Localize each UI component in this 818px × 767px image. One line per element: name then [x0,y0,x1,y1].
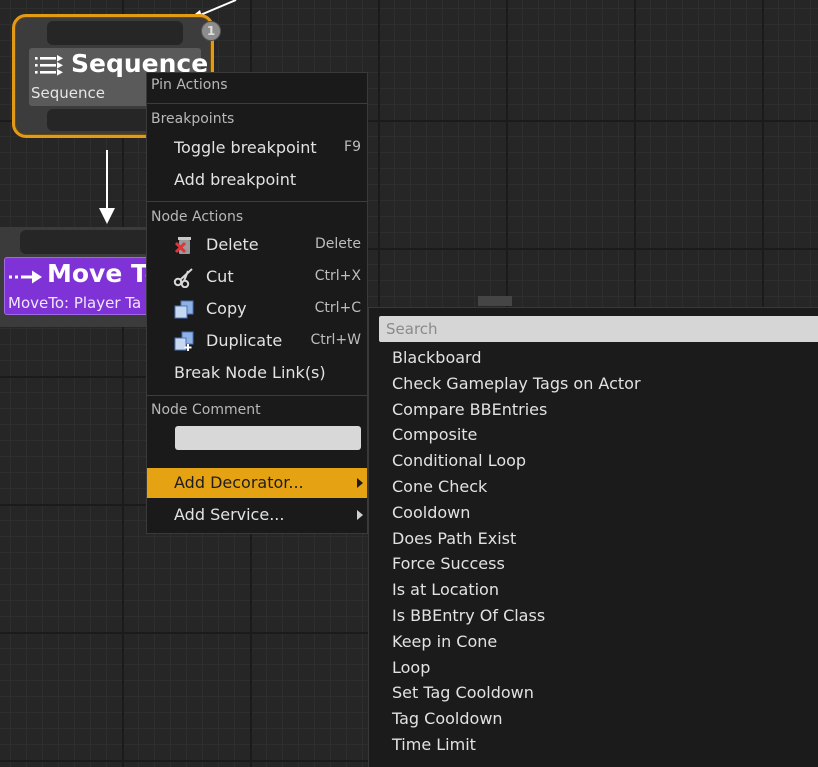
break-node-links-label: Break Node Link(s) [174,363,326,382]
add-breakpoint-label: Add breakpoint [174,170,297,189]
decorator-item[interactable]: Is BBEntry Of Class [392,606,545,625]
decorator-item[interactable]: Force Success [392,554,505,573]
decorator-item[interactable]: Blackboard [392,348,482,367]
node-context-menu: Pin Actions Breakpoints Toggle breakpoin… [146,72,368,534]
menu-separator [147,395,367,396]
duplicate-icon [174,331,194,351]
decorator-search-input[interactable] [379,316,818,342]
duplicate-label: Duplicate [206,331,283,350]
cut-label: Cut [206,267,234,286]
toggle-breakpoint-shortcut: F9 [344,139,361,155]
decorator-item[interactable]: Composite [392,425,477,444]
sequence-input-pin[interactable] [47,21,183,45]
sequence-to-moveto-arrowhead [99,208,115,224]
toggle-breakpoint-label: Toggle breakpoint [174,138,317,157]
decorator-item[interactable]: Loop [392,658,430,677]
menu-separator [147,103,367,104]
decorator-item[interactable]: Keep in Cone [392,632,497,651]
scissors-icon [173,268,193,288]
cut-shortcut: Ctrl+X [314,268,361,284]
move-to-node-title: Move To [47,259,162,288]
delete-label: Delete [206,235,259,254]
node-actions-heading: Node Actions [151,209,244,225]
submenu-arrow-icon [357,510,363,520]
decorator-submenu: Blackboard Check Gameplay Tags on Actor … [368,307,818,767]
decorator-item[interactable]: Cooldown [392,503,470,522]
add-decorator-label: Add Decorator... [174,473,304,492]
copy-icon [174,300,194,319]
delete-item[interactable]: Delete Delete [147,230,367,260]
sequence-icon [35,55,63,76]
move-to-input-pin[interactable] [20,230,160,254]
decorator-item[interactable]: Conditional Loop [392,451,526,470]
add-service-label: Add Service... [174,505,285,524]
decorator-item[interactable]: Check Gameplay Tags on Actor [392,374,641,393]
partially-hidden-node [478,296,512,306]
copy-label: Copy [206,299,247,318]
break-node-links-item[interactable]: Break Node Link(s) [147,358,367,388]
pin-actions-heading: Pin Actions [151,77,228,93]
cut-item[interactable]: Cut Ctrl+X [147,262,367,292]
decorator-item[interactable]: Cone Check [392,477,487,496]
add-service-item[interactable]: Add Service... [147,500,367,530]
submenu-arrow-icon [357,478,363,488]
node-comment-heading: Node Comment [151,402,261,418]
decorator-item[interactable]: Set Tag Cooldown [392,683,534,702]
node-comment-input[interactable] [175,426,361,450]
add-decorator-item[interactable]: Add Decorator... [147,468,367,498]
copy-item[interactable]: Copy Ctrl+C [147,294,367,324]
execution-index-badge: 1 [201,21,221,41]
move-to-node-subtitle: MoveTo: Player Ta [8,294,142,312]
move-to-icon [9,270,42,284]
toggle-breakpoint-item[interactable]: Toggle breakpoint F9 [147,133,367,163]
sequence-node-subtitle: Sequence [31,84,105,102]
delete-icon [174,237,191,254]
decorator-item[interactable]: Time Limit [392,735,476,754]
add-breakpoint-item[interactable]: Add breakpoint [147,165,367,195]
delete-shortcut: Delete [315,236,361,252]
menu-separator [147,201,367,202]
duplicate-shortcut: Ctrl+W [310,332,361,348]
decorator-item[interactable]: Is at Location [392,580,499,599]
breakpoints-heading: Breakpoints [151,111,235,127]
copy-shortcut: Ctrl+C [314,300,361,316]
decorator-item[interactable]: Compare BBEntries [392,400,547,419]
duplicate-item[interactable]: Duplicate Ctrl+W [147,326,367,356]
decorator-item[interactable]: Does Path Exist [392,529,516,548]
decorator-item[interactable]: Tag Cooldown [392,709,503,728]
